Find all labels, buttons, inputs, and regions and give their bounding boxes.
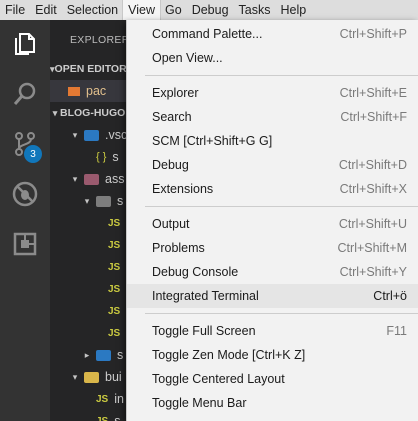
menu-item-toggle-centered-layout[interactable]: Toggle Centered Layout — [127, 367, 418, 391]
tree-label: in — [114, 392, 124, 406]
open-editors-header[interactable]: ▾ OPEN EDITORS — [50, 58, 130, 80]
js-file-icon: JS — [96, 393, 109, 405]
tree-file-js[interactable]: JSs — [50, 212, 130, 234]
tree-folder-build[interactable]: ▾ bui — [50, 366, 130, 388]
menu-item-command-palette[interactable]: Command Palette... Ctrl+Shift+P — [127, 22, 418, 46]
debug-icon[interactable] — [9, 178, 41, 210]
chevron-down-icon: ▾ — [72, 129, 78, 140]
menu-item-toggle-menu-bar[interactable]: Toggle Menu Bar — [127, 391, 418, 415]
js-file-icon: JS — [96, 415, 109, 421]
menu-item-scm[interactable]: SCM [Ctrl+Shift+G G] — [127, 129, 418, 153]
folder-icon — [96, 349, 111, 361]
tree-label: bui — [105, 370, 122, 384]
menu-item-integrated-terminal[interactable]: Integrated Terminal Ctrl+ö — [127, 284, 418, 308]
json-icon: { } — [96, 151, 107, 163]
menu-item-problems[interactable]: Problems Ctrl+Shift+M — [127, 236, 418, 260]
js-file-icon: JS — [108, 327, 121, 339]
open-editor-label: pac — [86, 84, 107, 98]
project-header[interactable]: ▾ BLOG-HUGO — [50, 102, 130, 124]
menu-bar: File Edit Selection View Go Debug Tasks … — [0, 0, 418, 21]
tree-label: s — [114, 414, 121, 421]
menu-item-debug-console[interactable]: Debug Console Ctrl+Shift+Y — [127, 260, 418, 284]
menu-help[interactable]: Help — [276, 0, 312, 20]
tree-label: ass — [105, 172, 125, 186]
open-editor-item[interactable]: pac — [50, 80, 130, 102]
menu-item-open-view[interactable]: Open View... — [127, 46, 418, 70]
file-icon — [68, 86, 80, 96]
menu-item-search[interactable]: Search Ctrl+Shift+F — [127, 105, 418, 129]
folder-icon — [84, 371, 99, 383]
extensions-icon[interactable] — [9, 228, 41, 260]
chevron-down-icon: ▾ — [52, 107, 58, 118]
menu-edit[interactable]: Edit — [30, 0, 62, 20]
menu-tasks[interactable]: Tasks — [234, 0, 276, 20]
js-file-icon: JS — [108, 305, 121, 317]
chevron-right-icon: ▸ — [84, 349, 90, 360]
menu-item-debug[interactable]: Debug Ctrl+Shift+D — [127, 153, 418, 177]
folder-icon — [84, 129, 99, 141]
tree-file-settings[interactable]: { } s — [50, 146, 130, 168]
menu-separator — [145, 313, 418, 314]
explorer-sidebar: EXPLORER ▾ OPEN EDITORS pac ▾ BLOG-HUGO … — [50, 20, 130, 421]
open-editors-label: OPEN EDITORS — [54, 63, 130, 75]
menu-go[interactable]: Go — [160, 0, 187, 20]
tree-file-js[interactable]: JSs — [50, 300, 130, 322]
scm-badge: 3 — [24, 145, 42, 163]
menu-selection[interactable]: Selection — [62, 0, 123, 20]
chevron-down-icon: ▾ — [72, 173, 78, 184]
menu-separator — [145, 75, 418, 76]
tree-label: s — [117, 348, 124, 362]
view-menu: Command Palette... Ctrl+Shift+P Open View… — [126, 20, 418, 421]
menu-separator — [145, 206, 418, 207]
folder-icon — [96, 195, 111, 207]
files-icon[interactable] — [9, 28, 41, 60]
menu-item-extensions[interactable]: Extensions Ctrl+Shift+X — [127, 177, 418, 201]
tree-file-js[interactable]: JSs — [50, 234, 130, 256]
tree-folder-assets[interactable]: ▾ ass — [50, 168, 130, 190]
menu-item-toggle-zen-mode[interactable]: Toggle Zen Mode [Ctrl+K Z] — [127, 343, 418, 367]
tree-folder-sub[interactable]: ▾ s — [50, 190, 130, 212]
tree-folder-vscode[interactable]: ▾ .vsc — [50, 124, 130, 146]
menu-item-output[interactable]: Output Ctrl+Shift+U — [127, 212, 418, 236]
search-icon[interactable] — [9, 78, 41, 110]
tree-file-js[interactable]: JS in — [50, 388, 130, 410]
explorer-title: EXPLORER — [70, 34, 130, 46]
chevron-down-icon: ▾ — [72, 371, 78, 382]
folder-icon — [84, 173, 99, 185]
menu-debug[interactable]: Debug — [187, 0, 234, 20]
js-file-icon: JS — [108, 261, 121, 273]
activity-bar: 3 — [0, 20, 50, 421]
tree-label: .vsc — [105, 128, 128, 142]
menu-item-toggle-full-screen[interactable]: Toggle Full Screen F11 — [127, 319, 418, 343]
js-file-icon: JS — [108, 239, 121, 251]
tree-folder-2[interactable]: ▸ s — [50, 344, 130, 366]
js-file-icon: JS — [108, 217, 121, 229]
tree-label: s — [117, 194, 124, 208]
tree-label: s — [112, 150, 119, 164]
chevron-down-icon: ▾ — [84, 195, 90, 206]
project-label: BLOG-HUGO — [60, 107, 126, 119]
menu-view[interactable]: View — [122, 0, 162, 21]
menu-file[interactable]: File — [0, 0, 30, 20]
tree-file-js[interactable]: JSs — [50, 322, 130, 344]
js-file-icon: JS — [108, 283, 121, 295]
tree-file-js[interactable]: JS s — [50, 410, 130, 421]
tree-file-js[interactable]: JSs — [50, 256, 130, 278]
tree-file-js[interactable]: JSs — [50, 278, 130, 300]
menu-item-explorer[interactable]: Explorer Ctrl+Shift+E — [127, 81, 418, 105]
